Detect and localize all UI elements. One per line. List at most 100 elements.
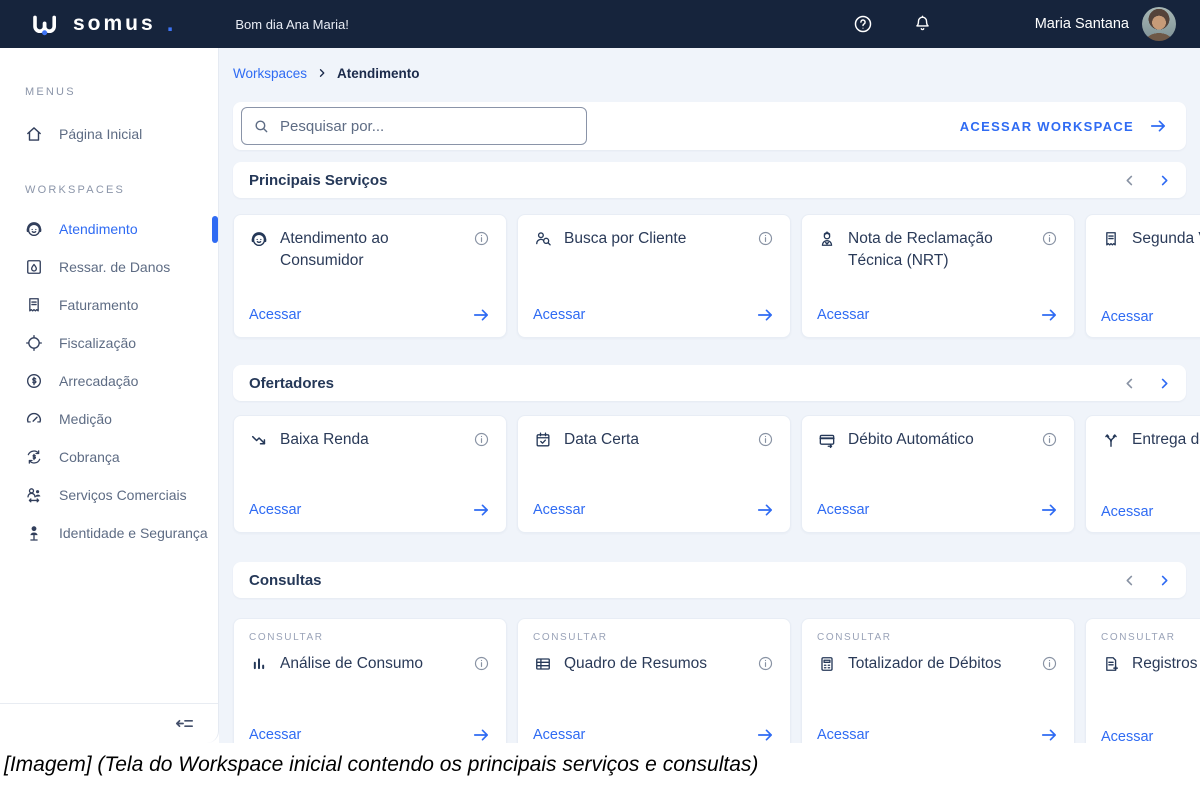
- card-title: Nota de Reclamação Técnica (NRT): [848, 228, 1029, 273]
- calculator-icon: [817, 654, 837, 674]
- access-link[interactable]: Acessar: [1101, 504, 1153, 520]
- access-link[interactable]: Acessar: [1101, 309, 1153, 325]
- access-link[interactable]: Acessar: [817, 307, 869, 323]
- card-debito-automatico[interactable]: Débito Automático Acessar: [801, 415, 1075, 533]
- user-menu[interactable]: Maria Santana: [1035, 7, 1176, 41]
- info-icon[interactable]: [756, 229, 775, 248]
- card-registros[interactable]: CONSULTAR Registros: [1085, 618, 1200, 743]
- sidebar-item-identidade-e-seguranca[interactable]: Identidade e Segurança: [0, 514, 218, 552]
- arrow-right-icon[interactable]: [755, 725, 775, 743]
- arrow-right-icon[interactable]: [471, 725, 491, 743]
- arrow-right-icon[interactable]: [1039, 305, 1059, 325]
- collapse-sidebar-icon[interactable]: [173, 712, 196, 735]
- user-avatar[interactable]: [1142, 7, 1176, 41]
- sidebar-item-label: Cobrança: [59, 449, 120, 465]
- card-totalizador-de-debitos[interactable]: CONSULTAR Totalizador de Débitos: [801, 618, 1075, 743]
- access-workspace-button[interactable]: ACESSAR WORKSPACE: [960, 116, 1168, 136]
- split-icon: [1101, 430, 1121, 450]
- access-link[interactable]: Acessar: [533, 307, 585, 323]
- receipt-icon: [1101, 229, 1121, 249]
- arrow-right-icon: [1148, 116, 1168, 136]
- sidebar-item-label: Identidade e Segurança: [59, 525, 208, 541]
- sidebar-item-label: Faturamento: [59, 297, 138, 313]
- info-icon[interactable]: [756, 654, 775, 673]
- card-title: Atendimento ao Consumidor: [280, 228, 461, 273]
- info-icon[interactable]: [1040, 229, 1059, 248]
- arrow-right-icon[interactable]: [471, 500, 491, 520]
- card-busca-por-cliente[interactable]: Busca por Cliente Acessar: [517, 214, 791, 338]
- card-title: Registros: [1132, 653, 1200, 675]
- arrow-right-icon[interactable]: [755, 305, 775, 325]
- card-entrega-de-contas[interactable]: Entrega de Contas Acessar: [1085, 415, 1200, 533]
- arrow-right-icon[interactable]: [1039, 500, 1059, 520]
- search-input[interactable]: [241, 107, 587, 145]
- carousel-prev-icon[interactable]: [1122, 573, 1137, 588]
- receipt-icon: [24, 295, 44, 315]
- access-link[interactable]: Acessar: [249, 502, 301, 518]
- card-data-certa[interactable]: Data Certa Acessar: [517, 415, 791, 533]
- access-link[interactable]: Acessar: [533, 502, 585, 518]
- document-plus-icon: [1101, 654, 1121, 674]
- access-link[interactable]: Acessar: [817, 727, 869, 743]
- headset-icon: [249, 229, 269, 249]
- info-icon[interactable]: [472, 654, 491, 673]
- access-link[interactable]: Acessar: [817, 502, 869, 518]
- breadcrumb-chevron-icon: [316, 67, 328, 79]
- greeting-text: Bom dia Ana Maria!: [235, 17, 348, 32]
- sidebar-section-menus: MENUS: [0, 86, 218, 98]
- sidebar-section-workspaces: WORKSPACES: [0, 184, 218, 196]
- notifications-bell-icon[interactable]: [912, 13, 933, 35]
- carousel-next-icon[interactable]: [1157, 173, 1172, 188]
- sidebar-item-fiscalizacao[interactable]: Fiscalização: [0, 324, 218, 362]
- sidebar-item-label: Arrecadação: [59, 373, 138, 389]
- sidebar-item-servicos-comerciais[interactable]: Serviços Comerciais: [0, 476, 218, 514]
- table-icon: [533, 654, 553, 674]
- access-workspace-label: ACESSAR WORKSPACE: [960, 119, 1134, 134]
- sidebar-item-medicao[interactable]: Medição: [0, 400, 218, 438]
- sidebar-item-label: Serviços Comerciais: [59, 487, 187, 503]
- access-link[interactable]: Acessar: [249, 727, 301, 743]
- carousel-next-icon[interactable]: [1157, 376, 1172, 391]
- breadcrumb-workspaces-link[interactable]: Workspaces: [233, 66, 307, 81]
- brand-name: somus: [73, 12, 156, 36]
- arrow-right-icon[interactable]: [755, 500, 775, 520]
- arrow-right-icon[interactable]: [1039, 725, 1059, 743]
- card-title: Análise de Consumo: [280, 653, 461, 675]
- sidebar-item-cobranca[interactable]: Cobrança: [0, 438, 218, 476]
- card-baixa-renda[interactable]: Baixa Renda Acessar: [233, 415, 507, 533]
- carousel-prev-icon[interactable]: [1122, 173, 1137, 188]
- wave-logo-icon: [30, 12, 64, 36]
- card-analise-de-consumo[interactable]: CONSULTAR Análise de Consumo: [233, 618, 507, 743]
- info-icon[interactable]: [1040, 654, 1059, 673]
- info-icon[interactable]: [472, 229, 491, 248]
- sidebar-item-atendimento[interactable]: Atendimento: [0, 210, 218, 248]
- access-link[interactable]: Acessar: [249, 307, 301, 323]
- section-header-principais-servicos: Principais Serviços: [233, 162, 1186, 198]
- sidebar-item-ressar-de-danos[interactable]: Ressar. de Danos: [0, 248, 218, 286]
- sidebar-item-faturamento[interactable]: Faturamento: [0, 286, 218, 324]
- card-title: Baixa Renda: [280, 429, 461, 451]
- card-atendimento-ao-consumidor[interactable]: Atendimento ao Consumidor Acessar: [233, 214, 507, 338]
- info-icon[interactable]: [472, 430, 491, 449]
- access-link[interactable]: Acessar: [533, 727, 585, 743]
- help-icon[interactable]: [852, 13, 874, 35]
- card-nota-de-reclamacao-tecnica[interactable]: Nota de Reclamação Técnica (NRT) Acessar: [801, 214, 1075, 338]
- arrow-right-icon[interactable]: [471, 305, 491, 325]
- technician-icon: [817, 229, 837, 249]
- info-icon[interactable]: [1040, 430, 1059, 449]
- access-link[interactable]: Acessar: [1101, 729, 1153, 743]
- section-header-ofertadores: Ofertadores: [233, 365, 1186, 401]
- carousel-next-icon[interactable]: [1157, 573, 1172, 588]
- card-segunda-via[interactable]: Segunda Via Acessar: [1085, 214, 1200, 338]
- sidebar-item-pagina-inicial[interactable]: Página Inicial: [0, 114, 218, 154]
- image-caption: [Imagem] (Tela do Workspace inicial cont…: [4, 753, 1200, 777]
- somus-logo[interactable]: somus .: [30, 10, 173, 38]
- breadcrumb: Workspaces Atendimento: [233, 64, 1186, 82]
- sidebar-item-label: Página Inicial: [59, 126, 142, 142]
- info-icon[interactable]: [756, 430, 775, 449]
- carousel-prev-icon[interactable]: [1122, 376, 1137, 391]
- card-title: Busca por Cliente: [564, 228, 745, 250]
- card-title: Entrega de Contas: [1132, 429, 1200, 451]
- card-quadro-de-resumos[interactable]: CONSULTAR Quadro de Resumos: [517, 618, 791, 743]
- sidebar-item-arrecadacao[interactable]: Arrecadação: [0, 362, 218, 400]
